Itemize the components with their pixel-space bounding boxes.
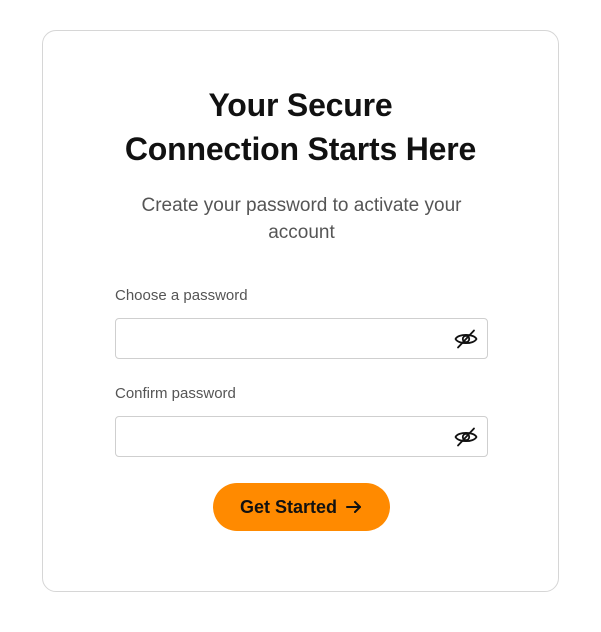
signup-card: Your Secure Connection Starts Here Creat… bbox=[42, 30, 559, 592]
password-field bbox=[115, 318, 488, 359]
title-line-2: Connection Starts Here bbox=[124, 131, 477, 167]
password-input[interactable] bbox=[116, 319, 446, 358]
get-started-label: Get Started bbox=[239, 496, 338, 517]
eye-off-icon[interactable] bbox=[453, 326, 479, 352]
title-line-1: Your Secure bbox=[208, 87, 393, 123]
confirm-password-input[interactable] bbox=[116, 417, 446, 456]
subtitle: Create your password to activate your ac… bbox=[141, 195, 462, 243]
password-label: Choose a password bbox=[115, 287, 248, 304]
arrow-right-icon bbox=[346, 501, 362, 513]
eye-off-icon[interactable] bbox=[453, 424, 479, 450]
page-title: Your Secure Connection Starts Here bbox=[43, 83, 558, 171]
confirm-password-label: Confirm password bbox=[115, 385, 236, 402]
confirm-password-field bbox=[115, 416, 488, 457]
get-started-button[interactable]: Get Started bbox=[213, 483, 390, 531]
